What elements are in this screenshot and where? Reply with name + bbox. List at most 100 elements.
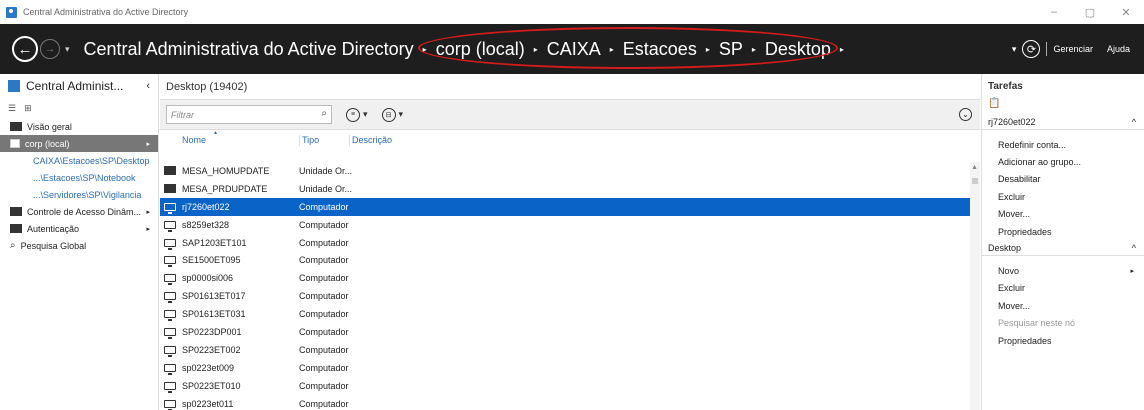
sidebar-subitem-notebook[interactable]: ...\Estacoes\SP\Notebook [0, 169, 158, 186]
table-row[interactable]: SE1500ET095 Computador [160, 251, 980, 269]
clipboard-icon: 📋 [988, 98, 1001, 109]
task-action[interactable]: Novo ▸ [982, 262, 1144, 279]
content-pane: Desktop (19402) Filtrar ⌕ ≡ ▾ ⊟ ▾ ⌄ ▴ No… [160, 74, 980, 410]
table-row[interactable]: sp0223et009 Computador [160, 359, 980, 377]
collapse-caret-icon[interactable]: ^ [1132, 243, 1136, 253]
ajuda-menu[interactable]: Ajuda [1107, 44, 1130, 54]
scrollbar-thumb[interactable] [972, 178, 978, 184]
column-header-type[interactable]: Tipo [299, 135, 349, 146]
scroll-up-icon[interactable]: ▲ [971, 164, 978, 171]
sort-ascending-icon: ▴ [214, 130, 218, 136]
row-type: Computador [299, 237, 349, 248]
collapse-caret-icon[interactable]: ^ [1132, 117, 1136, 127]
task-action-label: Propriedades [998, 335, 1052, 346]
row-type: Computador [299, 273, 349, 284]
task-action[interactable]: Excluir [982, 280, 1144, 297]
folder-icon [10, 224, 22, 233]
column-header-name[interactable]: ▴ Nome [182, 130, 299, 146]
task-action[interactable]: Excluir [982, 188, 1144, 205]
minimize-button[interactable]: – [1036, 0, 1072, 24]
chevron-down-icon: ▾ [363, 109, 368, 119]
task-action[interactable]: Redefinir conta... [982, 136, 1144, 153]
section-title: rj7260et022 [988, 116, 1036, 127]
folder-icon [10, 207, 22, 216]
sidebar-item-authentication[interactable]: Autenticação ▸ [0, 220, 158, 237]
sidebar-item-overview[interactable]: Visão geral [0, 118, 158, 135]
sidebar-subitem-vigilancia[interactable]: ...\Servidores\SP\Vigilancia [0, 186, 158, 203]
breadcrumb-item-sp[interactable]: SP [719, 39, 743, 60]
task-action[interactable]: Mover... [982, 297, 1144, 314]
back-button[interactable]: ← [12, 36, 38, 62]
task-action[interactable]: Desabilitar [982, 171, 1144, 188]
domain-icon [10, 139, 20, 148]
row-name: SP0223DP001 [182, 326, 242, 337]
sidebar-item-label: Autenticação [27, 223, 80, 234]
task-action-label: Mover... [998, 300, 1031, 311]
table-row[interactable]: rj7260et022 Computador [160, 197, 980, 216]
table-row[interactable]: SP0223DP001 Computador [160, 323, 980, 341]
tasks-section-selected-object[interactable]: rj7260et022 ^ [982, 114, 1144, 130]
history-dropdown-icon[interactable]: ▾ [65, 44, 70, 55]
task-action[interactable]: Mover... [982, 206, 1144, 223]
sidebar-item-label: Pesquisa Global [20, 240, 87, 251]
tree-view-icon[interactable]: ⊞ [24, 103, 32, 114]
computer-icon [164, 327, 176, 339]
table-row[interactable]: SP0223ET002 Computador [160, 341, 980, 359]
table-row[interactable]: SAP1203ET101 Computador [160, 234, 980, 252]
task-action[interactable]: Propriedades [982, 332, 1144, 349]
view-options-button[interactable]: ≡ ▾ [346, 107, 368, 122]
row-type: Computador [299, 326, 349, 337]
row-name: SP0223ET002 [182, 344, 241, 355]
refresh-dropdown-icon[interactable]: ▾ [1012, 44, 1017, 55]
sidebar-item-corp[interactable]: corp (local) ▸ [0, 135, 158, 152]
tasks-section-container[interactable]: Desktop ^ [982, 240, 1144, 257]
breadcrumb-item-estacoes[interactable]: Estacoes [623, 39, 697, 60]
table-row[interactable]: MESA_HOMUPDATE Unidade Or... [160, 162, 980, 180]
refresh-icon[interactable]: ⟳ [1022, 40, 1041, 58]
query-options-icon: ⊟ [381, 107, 396, 122]
list-view-icon[interactable]: ☰ [8, 103, 16, 114]
table-row[interactable]: SP0223ET010 Computador [160, 377, 980, 395]
gerenciar-menu[interactable]: Gerenciar [1053, 44, 1093, 54]
table-row[interactable]: SP01613ET031 Computador [160, 305, 980, 323]
sidebar-item-global-search[interactable]: ⌕ Pesquisa Global [0, 237, 158, 254]
task-action[interactable]: Propriedades [982, 223, 1144, 240]
filter-bar: Filtrar ⌕ ≡ ▾ ⊟ ▾ ⌄ [160, 100, 980, 130]
row-type: Computador [299, 398, 349, 409]
task-action-label: Excluir [998, 191, 1026, 202]
computer-icon [164, 274, 176, 286]
table-row[interactable]: MESA_PRDUPDATE Unidade Or... [160, 180, 980, 198]
column-header-description[interactable]: Descrição [349, 135, 549, 146]
expand-arrow-icon[interactable]: ▸ [146, 208, 150, 216]
expand-arrow-icon[interactable]: ▸ [146, 225, 150, 233]
sidebar-subitem-desktop[interactable]: CAIXA\Estacoes\SP\Desktop [0, 152, 158, 169]
search-icon[interactable]: ⌕ [321, 108, 327, 119]
breadcrumb-item-caixa[interactable]: CAIXA [547, 39, 601, 60]
vertical-scrollbar[interactable]: ▲ [970, 162, 980, 410]
section-title: Desktop [988, 242, 1022, 253]
maximize-button[interactable]: ▢ [1072, 0, 1108, 24]
breadcrumb-item-root[interactable]: Central Administrativa do Active Directo… [84, 39, 414, 60]
tasks-pane: Tarefas 📋 rj7260et022 ^ Redefinir conta.… [981, 74, 1144, 410]
breadcrumb-separator-icon: ▸ [705, 44, 710, 54]
table-row[interactable]: s8259et328 Computador [160, 216, 980, 234]
table-row[interactable]: SP01613ET017 Computador [160, 287, 980, 305]
computer-icon [164, 292, 176, 304]
computer-icon [164, 399, 176, 410]
breadcrumb-item-desktop[interactable]: Desktop [765, 39, 831, 60]
breadcrumb-item-corp[interactable]: corp (local) [436, 39, 525, 60]
filter-input[interactable]: Filtrar ⌕ [166, 105, 332, 124]
expand-filter-icon[interactable]: ⌄ [959, 108, 972, 121]
expand-arrow-icon[interactable]: ▸ [146, 140, 150, 148]
forward-button[interactable]: → [40, 39, 60, 59]
row-type: Unidade Or... [299, 183, 353, 194]
task-action-label: Novo [998, 266, 1020, 277]
save-query-button[interactable]: ⊟ ▾ [381, 107, 403, 122]
collapse-pane-icon[interactable]: ‹ [146, 80, 150, 92]
task-action[interactable]: Adicionar ao grupo... [982, 153, 1144, 170]
table-row[interactable]: sp0223et011 Computador [160, 395, 980, 410]
table-row[interactable]: sp0000si006 Computador [160, 269, 980, 287]
sidebar-item-dynamic-access-control[interactable]: Controle de Acesso Dinâm... ▸ [0, 203, 158, 220]
organizational-unit-icon [164, 184, 176, 194]
close-button[interactable]: ✕ [1108, 0, 1144, 24]
